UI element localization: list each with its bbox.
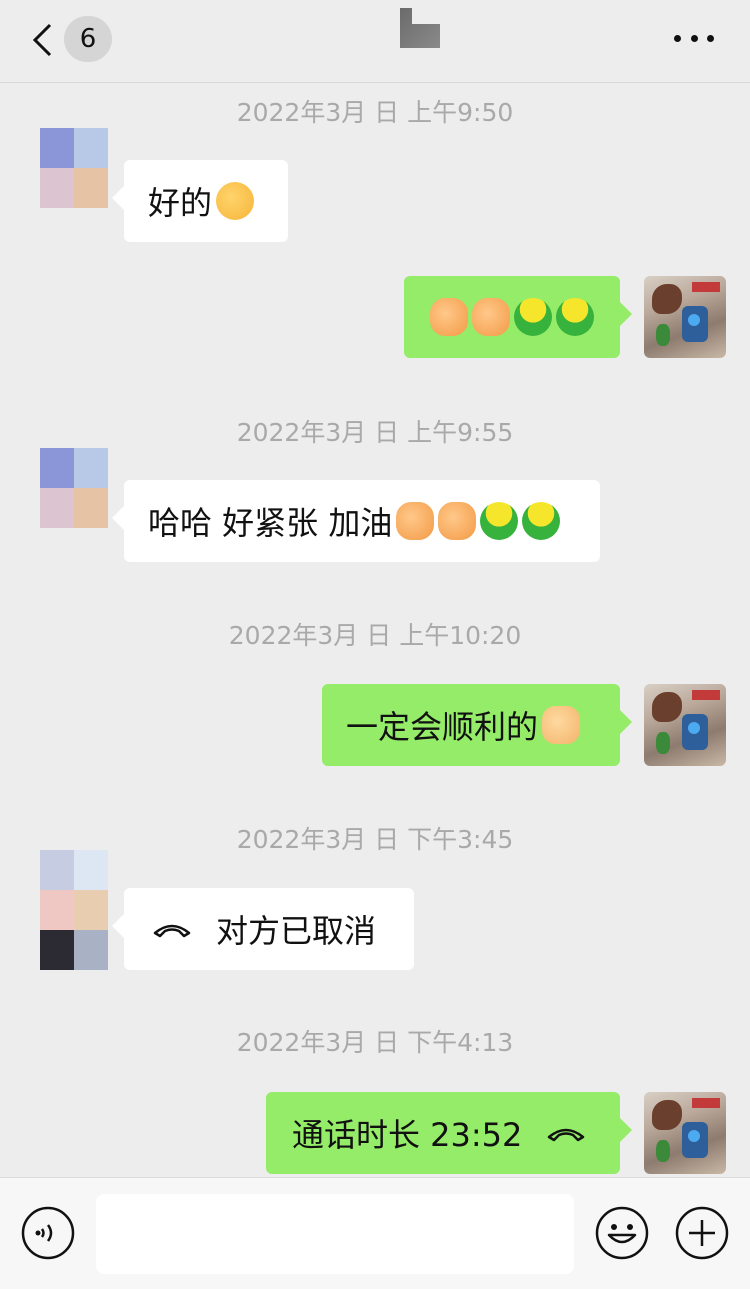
outgoing-message[interactable]: 一定会顺利的 [322,684,632,766]
voice-input-icon[interactable] [20,1205,76,1261]
outgoing-message[interactable]: 通话时长 23:52 [266,1092,632,1174]
timestamp: 2022年3月 日 上午9:50 [236,98,514,127]
more-horizontal-icon[interactable] [674,30,714,46]
frog-icon [480,502,519,540]
message-text: 好的 [148,184,213,222]
fist-icon [430,298,468,336]
outgoing-message[interactable] [404,276,632,358]
fist-icon [396,502,435,540]
incoming-message[interactable]: 对方已取消 [112,888,414,970]
timestamp: 2022年3月 日 上午9:55 [236,418,514,447]
contact-name-redacted [400,8,440,48]
plus-icon[interactable] [674,1205,730,1261]
message-text: 一定会顺利的 [346,708,539,746]
fist-icon [438,502,477,540]
chevron-left-icon[interactable] [30,22,54,58]
contact-avatar[interactable] [40,850,108,970]
input-toolbar [0,1177,750,1289]
my-avatar[interactable] [644,276,726,358]
emoji-icon[interactable] [594,1205,650,1261]
chat-header: 6 [0,0,750,83]
phone-hangup-icon [153,924,191,938]
phone-hangup-icon [548,1128,585,1142]
ok-hand-icon [216,182,255,220]
my-avatar[interactable] [644,1092,726,1174]
contact-avatar[interactable] [40,448,108,528]
message-text: 对方已取消 [216,912,377,950]
frog-icon [514,298,552,336]
message-text: 哈哈 好紧张 加油 [148,504,393,542]
timestamp: 2022年3月 日 下午3:45 [236,825,514,854]
contact-avatar[interactable] [40,128,108,208]
timestamp: 2022年3月 日 下午4:13 [236,1028,514,1057]
frog-icon [556,298,594,336]
message-input[interactable] [96,1194,574,1274]
incoming-message[interactable]: 好的 [112,160,288,242]
incoming-message[interactable]: 哈哈 好紧张 加油 [112,480,600,562]
fist-icon [472,298,510,336]
unread-count-badge[interactable]: 6 [64,16,112,62]
frog-icon [522,502,561,540]
message-list[interactable]: 2022年3月 日 上午9:50 好的 2022年3月 日 上午9:55 哈哈 … [0,83,750,1177]
victory-hand-icon [542,706,581,744]
timestamp: 2022年3月 日 上午10:20 [228,621,522,650]
message-text: 通话时长 23:52 [292,1116,523,1154]
my-avatar[interactable] [644,684,726,766]
